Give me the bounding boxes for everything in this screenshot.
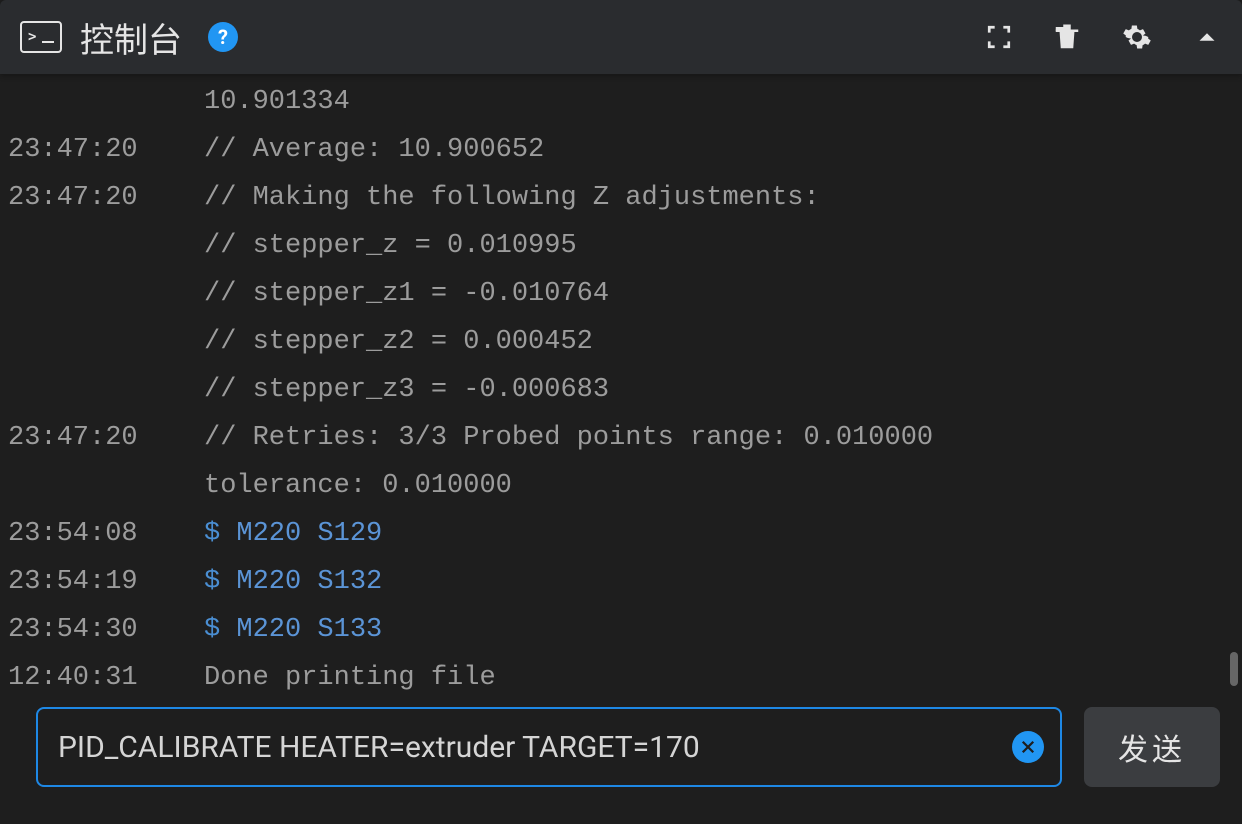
console-text-line: 23:47:20// Retries: 3/3 Probed points ra…	[8, 414, 1234, 462]
line-text: Done printing file	[204, 654, 496, 702]
gear-icon[interactable]	[1122, 22, 1152, 52]
close-icon	[1019, 738, 1037, 756]
command-text: $ M220 S129	[204, 510, 382, 558]
chevron-up-icon[interactable]	[1192, 22, 1222, 52]
console-text-line: tolerance: 0.010000	[8, 462, 1234, 510]
console-title: 控制台	[80, 13, 182, 62]
line-text: // Making the following Z adjustments:	[204, 174, 820, 222]
clear-input-button[interactable]	[1012, 731, 1044, 763]
help-icon[interactable]: ?	[208, 22, 238, 52]
fullscreen-icon[interactable]	[986, 24, 1012, 50]
line-text: 10.901334	[204, 78, 350, 126]
dollar-sign: $	[204, 567, 236, 597]
timestamp	[8, 318, 204, 366]
line-text: // stepper_z = 0.010995	[204, 222, 577, 270]
console-text-line: // stepper_z = 0.010995	[8, 222, 1234, 270]
timestamp: 12:40:31	[8, 654, 204, 702]
command-text: $ M220 S132	[204, 558, 382, 606]
timestamp	[8, 462, 204, 510]
trash-icon[interactable]	[1052, 22, 1082, 52]
line-text: // stepper_z3 = -0.000683	[204, 366, 609, 414]
command-body: M220 S129	[236, 519, 382, 549]
console-header: 控制台 ?	[0, 0, 1242, 74]
console-text-line: 10.901334	[8, 78, 1234, 126]
command-input-row: 发送	[0, 707, 1242, 809]
dollar-sign: $	[204, 615, 236, 645]
timestamp: 23:47:20	[8, 126, 204, 174]
console-command-line: 23:54:19$ M220 S132	[8, 558, 1234, 606]
command-body: M220 S133	[236, 615, 382, 645]
scrollbar-thumb[interactable]	[1230, 652, 1238, 686]
console-output[interactable]: 10.90133423:47:20// Average: 10.90065223…	[0, 74, 1242, 707]
command-text: $ M220 S133	[204, 606, 382, 654]
line-text: tolerance: 0.010000	[204, 462, 512, 510]
timestamp: 23:54:30	[8, 606, 204, 654]
send-button[interactable]: 发送	[1084, 707, 1220, 787]
console-text-line: 23:47:20// Making the following Z adjust…	[8, 174, 1234, 222]
timestamp	[8, 222, 204, 270]
console-text-line: 12:40:31Done printing file	[8, 654, 1234, 702]
timestamp: 23:47:20	[8, 174, 204, 222]
command-input-wrap	[36, 707, 1062, 787]
command-body: M220 S132	[236, 567, 382, 597]
header-left: 控制台 ?	[20, 13, 238, 62]
timestamp	[8, 366, 204, 414]
line-text: // stepper_z1 = -0.010764	[204, 270, 609, 318]
line-text: // stepper_z2 = 0.000452	[204, 318, 593, 366]
console-command-line: 23:54:30$ M220 S133	[8, 606, 1234, 654]
timestamp	[8, 78, 204, 126]
header-right	[986, 22, 1222, 52]
line-text: // Average: 10.900652	[204, 126, 544, 174]
console-text-line: // stepper_z1 = -0.010764	[8, 270, 1234, 318]
timestamp: 23:47:20	[8, 414, 204, 462]
timestamp: 23:54:19	[8, 558, 204, 606]
dollar-sign: $	[204, 519, 236, 549]
timestamp	[8, 270, 204, 318]
console-icon	[20, 21, 62, 53]
console-text-line: 23:47:20// Average: 10.900652	[8, 126, 1234, 174]
command-input[interactable]	[36, 707, 1062, 787]
timestamp: 23:54:08	[8, 510, 204, 558]
console-command-line: 23:54:08$ M220 S129	[8, 510, 1234, 558]
console-text-line: // stepper_z3 = -0.000683	[8, 366, 1234, 414]
console-text-line: // stepper_z2 = 0.000452	[8, 318, 1234, 366]
line-text: // Retries: 3/3 Probed points range: 0.0…	[204, 414, 933, 462]
